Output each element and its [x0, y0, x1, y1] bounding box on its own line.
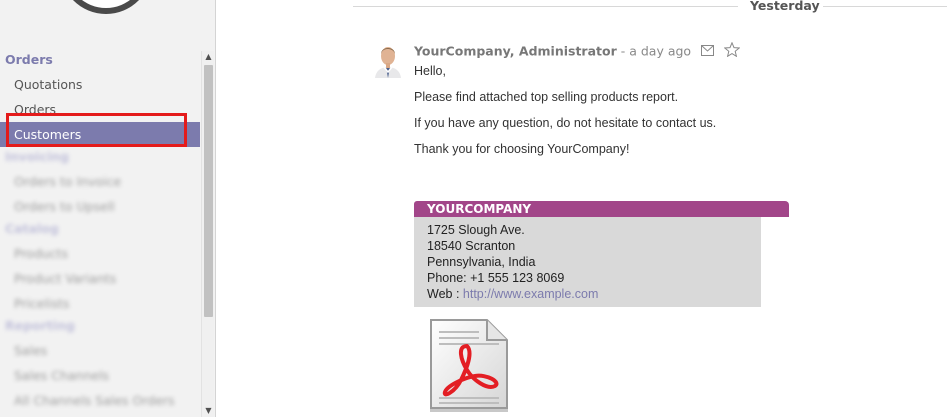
date-separator: Yesterday: [353, 0, 947, 14]
message-greeting: Hello,: [414, 64, 446, 78]
envelope-icon[interactable]: [701, 43, 715, 61]
signature-web-label: Web :: [427, 287, 463, 301]
menu-item-sales-channels[interactable]: Sales Channels: [0, 363, 200, 388]
star-icon[interactable]: [723, 41, 741, 62]
signature-address-3: Pennsylvania, India: [427, 255, 536, 269]
signature-web: Web : http://www.example.com: [427, 286, 761, 302]
menu-item-product-variants[interactable]: Product Variants: [0, 266, 200, 291]
signature-web-link[interactable]: http://www.example.com: [463, 287, 598, 301]
sidebar: Orders Quotations Orders Customers Invoi…: [0, 0, 216, 417]
menu-item-all-channels-sales-orders[interactable]: All Channels Sales Orders: [0, 388, 200, 413]
message-timestamp: - a day ago: [620, 43, 692, 59]
menu-item-orders-to-invoice[interactable]: Orders to Invoice: [0, 169, 200, 194]
signature-address-1: 1725 Slough Ave.: [427, 223, 525, 237]
menu-section-orders[interactable]: Orders: [0, 51, 200, 68]
menu-item-sales[interactable]: Sales: [0, 338, 200, 363]
scrollbar-thumb[interactable]: [204, 65, 213, 317]
message-line-1: Please find attached top selling product…: [414, 90, 679, 104]
message-author[interactable]: YourCompany, Administrator: [414, 44, 617, 59]
scroll-down-arrow-icon[interactable]: ▼: [202, 405, 215, 417]
author-avatar[interactable]: [372, 42, 404, 78]
chatter-panel: Yesterday YourCompany, Administrator - a…: [217, 0, 947, 417]
sidebar-menu: Orders Quotations Orders Customers Invoi…: [0, 50, 200, 413]
signature-address-2: 18540 Scranton: [427, 239, 516, 253]
date-separator-label: Yesterday: [750, 0, 820, 13]
menu-section-reporting[interactable]: Reporting: [0, 317, 200, 334]
message-header: YourCompany, Administrator - a day ago: [414, 41, 741, 62]
pdf-file-icon[interactable]: [429, 318, 509, 413]
scroll-up-arrow-icon[interactable]: ▲: [202, 51, 215, 63]
sidebar-scrollbar[interactable]: ▲ ▼: [201, 51, 214, 417]
customers-highlight-box: [6, 113, 187, 147]
message-line-3: Thank you for choosing YourCompany!: [414, 142, 630, 156]
menu-item-products[interactable]: Products: [0, 241, 200, 266]
message-line-2: If you have any question, do not hesitat…: [414, 116, 717, 130]
menu-section-invoicing[interactable]: Invoicing: [0, 148, 200, 165]
menu-item-pricelists[interactable]: Pricelists: [0, 291, 200, 316]
signature-body: 1725 Slough Ave. 18540 Scranton Pennsylv…: [414, 217, 761, 307]
signature-company-header: YOURCOMPANY: [414, 201, 789, 217]
menu-item-quotations[interactable]: Quotations: [0, 72, 200, 97]
signature-phone: Phone: +1 555 123 8069: [427, 271, 565, 285]
menu-section-catalog[interactable]: Catalog: [0, 220, 200, 237]
menu-item-orders-to-upsell[interactable]: Orders to Upsell: [0, 194, 200, 219]
company-logo: [60, 0, 152, 14]
